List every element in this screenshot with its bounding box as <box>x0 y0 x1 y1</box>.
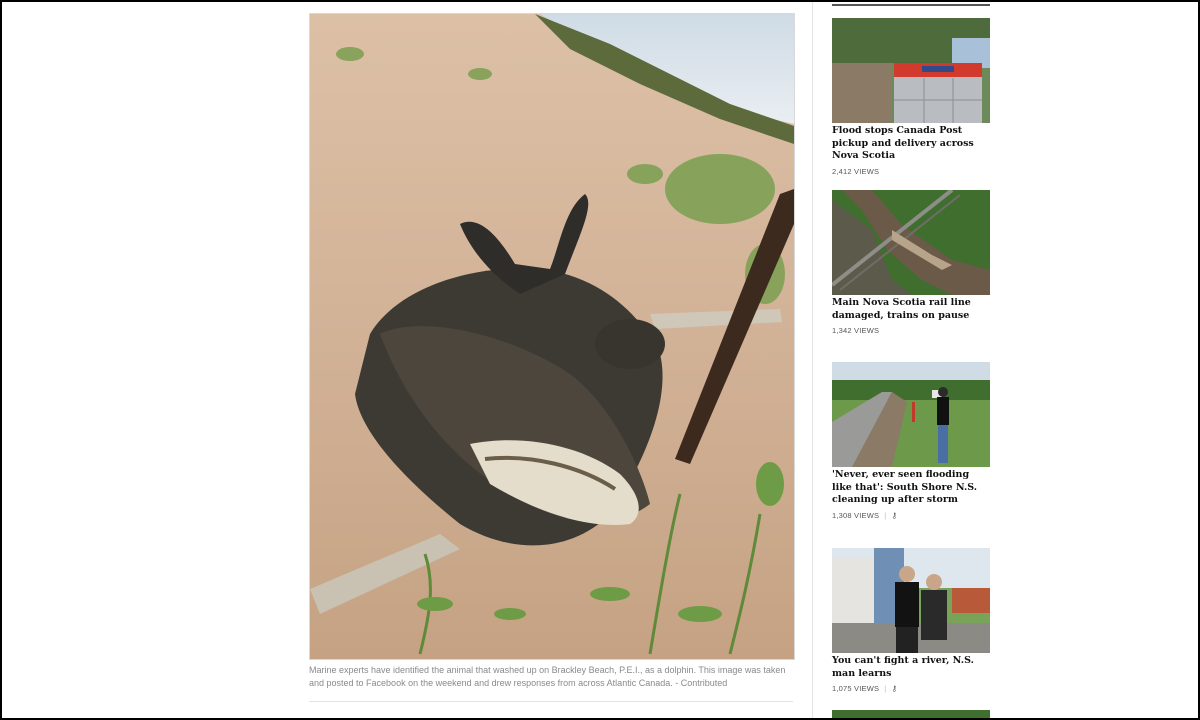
story-meta: 1,075 VIEWS | ⚷ <box>832 684 990 693</box>
story-thumbnail[interactable] <box>832 190 990 295</box>
sidebar-story[interactable]: Main Nova Scotia rail line damaged, trai… <box>832 190 990 335</box>
article-photo[interactable] <box>309 13 795 660</box>
meta-separator: | <box>884 510 887 520</box>
sidebar-top-rule <box>832 4 990 6</box>
key-icon: ⚷ <box>891 684 898 693</box>
sidebar-story[interactable]: You can't fight a river, N.S. man learns… <box>832 548 990 693</box>
meta-separator: | <box>884 684 887 693</box>
article-page: Marine experts have identified the anima… <box>2 2 1198 718</box>
story-thumbnail[interactable] <box>832 362 990 467</box>
divider <box>309 701 793 702</box>
story-meta: 1,342 VIEWS <box>832 326 990 335</box>
story-thumbnail-partial[interactable] <box>832 710 990 718</box>
story-views: 1,075 VIEWS <box>832 684 880 693</box>
story-title[interactable]: Flood stops Canada Post pickup and deliv… <box>832 125 990 163</box>
sidebar-story[interactable]: 'Never, ever seen flooding like that': S… <box>832 362 990 520</box>
story-thumbnail[interactable] <box>832 548 990 653</box>
key-icon: ⚷ <box>891 510 898 520</box>
story-meta: 1,308 VIEWS | ⚷ <box>832 511 990 520</box>
sidebar-story[interactable]: Flood stops Canada Post pickup and deliv… <box>832 18 990 176</box>
story-title[interactable]: 'Never, ever seen flooding like that': S… <box>832 469 990 507</box>
story-title[interactable]: Main Nova Scotia rail line damaged, trai… <box>832 297 990 322</box>
photo-caption: Marine experts have identified the anima… <box>309 665 786 688</box>
story-meta: 2,412 VIEWS <box>832 167 990 176</box>
story-thumbnail[interactable] <box>832 18 990 123</box>
column-divider <box>812 2 813 718</box>
story-views: 2,412 VIEWS <box>832 166 880 176</box>
story-views: 1,342 VIEWS <box>832 326 880 335</box>
story-views: 1,308 VIEWS <box>832 510 880 520</box>
story-title[interactable]: You can't fight a river, N.S. man learns <box>832 655 990 680</box>
